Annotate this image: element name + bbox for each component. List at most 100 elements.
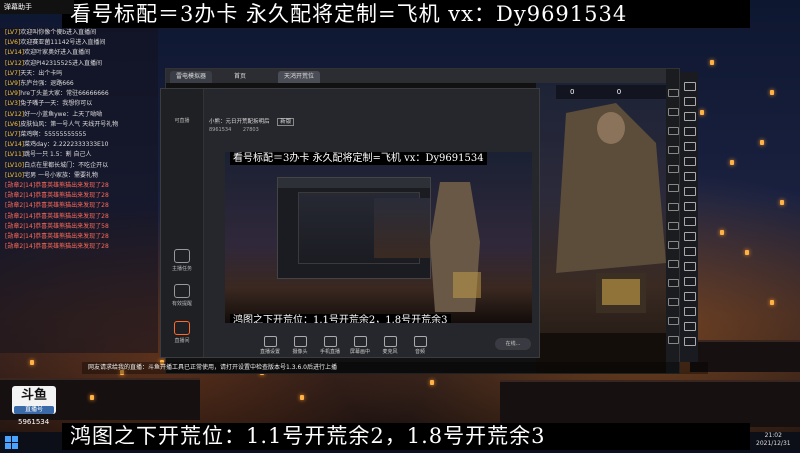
- emulator-tab[interactable]: 雷电模拟器: [170, 71, 213, 83]
- side-tool-icon[interactable]: [684, 112, 696, 121]
- windows-start-icon[interactable]: [5, 434, 18, 449]
- emulator-tool-icon[interactable]: [668, 317, 679, 325]
- tool-label: 屏幕画中: [349, 349, 370, 355]
- nav-label: 有效提醒: [171, 301, 192, 307]
- tool-audio[interactable]: 音频: [407, 334, 433, 355]
- side-tool-icon[interactable]: [684, 127, 696, 136]
- lantern: [700, 110, 704, 115]
- chat-level: [勋章2|14]: [5, 243, 36, 251]
- emulator-tab[interactable]: 首页: [228, 71, 253, 83]
- chat-text: 恭喜英雄熊猫出来发现了28: [35, 182, 109, 190]
- emulator-tool-icon[interactable]: [668, 165, 679, 173]
- side-tool-icon[interactable]: [684, 142, 696, 151]
- chat-level: [勋章2|14]: [5, 233, 36, 241]
- side-tool-icon[interactable]: [684, 262, 696, 271]
- nav-item-remind[interactable]: 有效提醒: [165, 284, 199, 307]
- lantern: [780, 200, 784, 205]
- side-tool-icon[interactable]: [684, 82, 696, 91]
- side-tool-icon[interactable]: [684, 247, 696, 256]
- emulator-game-view[interactable]: [536, 83, 679, 373]
- emulator-tab[interactable]: 天鸿开荒位: [278, 71, 321, 83]
- chat-text: 欢迎PI42315525进入直播间: [24, 59, 103, 67]
- side-tool-icon[interactable]: [684, 232, 696, 241]
- side-tool-icon[interactable]: [684, 187, 696, 196]
- app-nav: 可直播 主播任务 有效提醒 直播间: [161, 89, 204, 357]
- emulator-tabbar: 雷电模拟器 首页 天鸿开荒位: [166, 69, 679, 83]
- lantern: [730, 160, 734, 165]
- emulator-tool-icon[interactable]: [668, 222, 679, 230]
- chat-line: [LV10]白点在里都长城门：不吃企开以: [0, 161, 158, 171]
- chat-text: 恭喜英雄熊猫出来发现了28: [35, 202, 109, 210]
- side-tool-icon[interactable]: [684, 97, 696, 106]
- task-icon: [174, 249, 190, 263]
- tool-label: 麦克风: [382, 349, 398, 355]
- chat-level: [LV10]: [5, 171, 25, 179]
- chat-line: [LV10]宅男 一号小家族：需要礼物: [0, 171, 158, 181]
- emulator-tool-icon[interactable]: [668, 203, 679, 211]
- side-tool-icon[interactable]: [684, 217, 696, 226]
- chat-line: [勋章2|14]恭喜英雄熊猫出来发现了28: [0, 232, 158, 242]
- chat-line: [LV7]菜鸡啊：55555555555: [0, 130, 158, 140]
- lantern: [300, 395, 304, 400]
- emulator-tool-icon[interactable]: [668, 89, 679, 97]
- tool-camera[interactable]: 摄像头: [287, 334, 313, 355]
- side-tool-icon[interactable]: [684, 322, 696, 331]
- chat-level: [LV9]: [5, 80, 21, 88]
- emulator-tool-icon[interactable]: [668, 146, 679, 154]
- chat-level: [LV6]: [5, 120, 21, 128]
- chat-level: [LV7]: [5, 29, 21, 36]
- nav-item-task[interactable]: 主播任务: [165, 249, 199, 272]
- emulator-tool-icon[interactable]: [668, 108, 679, 116]
- tool-label: 摄像头: [292, 349, 308, 355]
- emulator-tool-icon[interactable]: [668, 127, 679, 135]
- emulator-tool-icon[interactable]: [668, 241, 679, 249]
- side-tool-icon[interactable]: [684, 292, 696, 301]
- chat-line: [LV9]东庐台强：退路666: [0, 79, 158, 89]
- chat-level: [LV9]: [5, 90, 21, 98]
- bottom-banner: 鸿图之下开荒位：1.1号开荒余2，1.8号开荒余3: [62, 423, 750, 450]
- chat-assistant-tag: 弹幕助手: [0, 0, 74, 14]
- nav-label: 主播任务: [171, 266, 192, 272]
- stream-tag[interactable]: 新版: [277, 118, 295, 126]
- preview-statue: [425, 172, 485, 312]
- tool-phone-live[interactable]: 手机直播: [317, 334, 343, 355]
- tool-mic[interactable]: 麦克风: [377, 334, 403, 355]
- side-tool-icon[interactable]: [684, 172, 696, 181]
- emulator-tool-icon[interactable]: [668, 336, 679, 344]
- chat-text: 兔子嘴子一天：我想你可以: [20, 100, 93, 108]
- chat-line: [LV7]天天：出个卡吗: [0, 69, 158, 79]
- lantern: [745, 250, 749, 255]
- chat-level: [勋章2|14]: [5, 182, 36, 190]
- emulator-tool-icon[interactable]: [668, 260, 679, 268]
- side-tool-icon[interactable]: [684, 202, 696, 211]
- chat-text: 皮肤仙风：第一号人气 天线开号礼物: [20, 120, 119, 128]
- emulator-tool-icon[interactable]: [668, 279, 679, 287]
- chat-level: [LV14]: [5, 49, 25, 57]
- system-clock: 21:02 2021/12/31: [756, 432, 791, 448]
- side-toolbar: [680, 72, 698, 362]
- tool-live-settings[interactable]: 直播设置: [257, 334, 283, 355]
- chat-line: [LV6]皮肤仙风：第一号人气 天线开号礼物: [0, 120, 158, 130]
- clock-time: 21:02: [764, 432, 782, 439]
- emulator-tool-icon[interactable]: [668, 184, 679, 192]
- lantern: [430, 380, 434, 385]
- chat-text: 欢迎叶家奥好进入直播间: [24, 49, 91, 57]
- emulator-tool-icon[interactable]: [668, 298, 679, 306]
- nav-item-live[interactable]: 可直播: [165, 117, 199, 124]
- tool-label: 音频: [414, 349, 425, 355]
- side-tool-icon[interactable]: [684, 337, 696, 346]
- tool-online[interactable]: 在线...: [495, 338, 531, 350]
- nav-item-room[interactable]: 直播间: [165, 321, 199, 344]
- chat-line: [勋章2|14]恭喜英雄熊猫出来发现了28: [0, 191, 158, 201]
- score-bar: 0 0: [556, 85, 666, 99]
- chat-text: 欢迎赛亚菌11142号进入直播间: [20, 39, 106, 47]
- tool-screen[interactable]: 屏幕画中: [347, 334, 373, 355]
- side-tool-icon[interactable]: [684, 307, 696, 316]
- side-tool-icon[interactable]: [684, 157, 696, 166]
- lantern: [90, 395, 94, 400]
- chat-text: 恭喜英雄熊猫出来发现了28: [35, 212, 109, 220]
- side-tool-icon[interactable]: [684, 277, 696, 286]
- chat-text: 东庐台强：退路666: [20, 80, 74, 88]
- chat-line: [LV7]欢迎叫你像个傻b进入直播间: [0, 28, 158, 38]
- stream-title: 小熊：元日开荒配拆明后 新版: [209, 117, 295, 126]
